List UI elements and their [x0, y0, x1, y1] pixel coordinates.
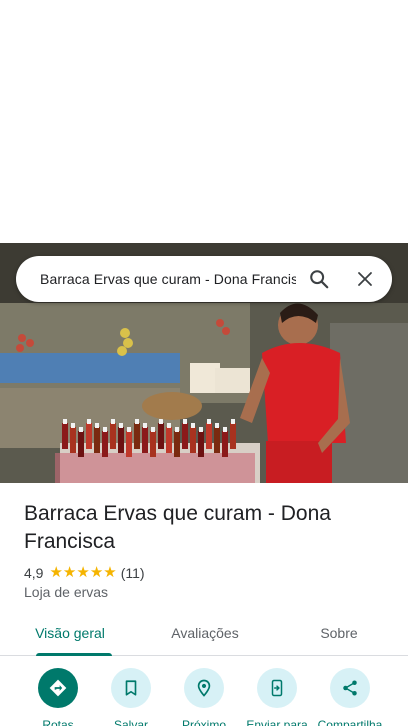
tab-reviews[interactable]: Avaliações: [140, 611, 270, 655]
directions-label: Rotas: [42, 718, 74, 726]
share-icon: [343, 680, 357, 696]
rating-row[interactable]: 4,9 ★ ★ ★ ★ ★ (11): [24, 564, 145, 582]
tab-overview[interactable]: Visão geral: [0, 611, 140, 656]
send-to-phone-label: Enviar para: [246, 718, 308, 726]
search-bar[interactable]: Barraca Ervas que curam - Dona Francisca: [16, 256, 392, 302]
clear-search-button[interactable]: [342, 256, 388, 302]
place-title: Barraca Ervas que curam - Dona Francisca: [24, 502, 331, 553]
directions-button[interactable]: Rotas: [22, 668, 94, 726]
rating-value: 4,9: [24, 565, 44, 581]
rating-stars: ★ ★ ★ ★ ★: [49, 564, 116, 582]
map-area[interactable]: [0, 0, 408, 243]
place-tabs: Visão geral Avaliações Sobre: [0, 611, 408, 656]
search-input[interactable]: Barraca Ervas que curam - Dona Francisca: [40, 271, 296, 287]
save-button[interactable]: Salvar: [95, 668, 167, 726]
star-icon: ★: [89, 564, 104, 581]
share-label: Compartilha: [317, 718, 383, 726]
star-icon: ★: [76, 564, 90, 581]
action-bar: Rotas Salvar Próximo Enviar para Compart…: [0, 668, 408, 726]
send-to-phone-button[interactable]: Enviar para: [241, 668, 313, 726]
star-icon: ★: [103, 564, 117, 581]
share-button[interactable]: Compartilha: [314, 668, 386, 726]
directions-icon: [49, 679, 67, 697]
search-button[interactable]: [296, 256, 342, 302]
send-to-phone-icon: [271, 679, 283, 697]
bookmark-icon: [125, 680, 137, 696]
nearby-label: Próximo: [181, 718, 226, 726]
nearby-icon: [197, 679, 211, 697]
search-icon: [310, 270, 329, 289]
place-category[interactable]: Loja de ervas: [24, 584, 108, 600]
star-icon: ★: [49, 564, 63, 581]
star-icon: ★: [62, 564, 77, 581]
save-label: Salvar: [113, 718, 148, 726]
nearby-button[interactable]: Próximo: [168, 668, 240, 726]
tab-about[interactable]: Sobre: [270, 611, 408, 655]
review-count[interactable]: (11): [121, 565, 145, 581]
close-icon: [358, 272, 372, 286]
